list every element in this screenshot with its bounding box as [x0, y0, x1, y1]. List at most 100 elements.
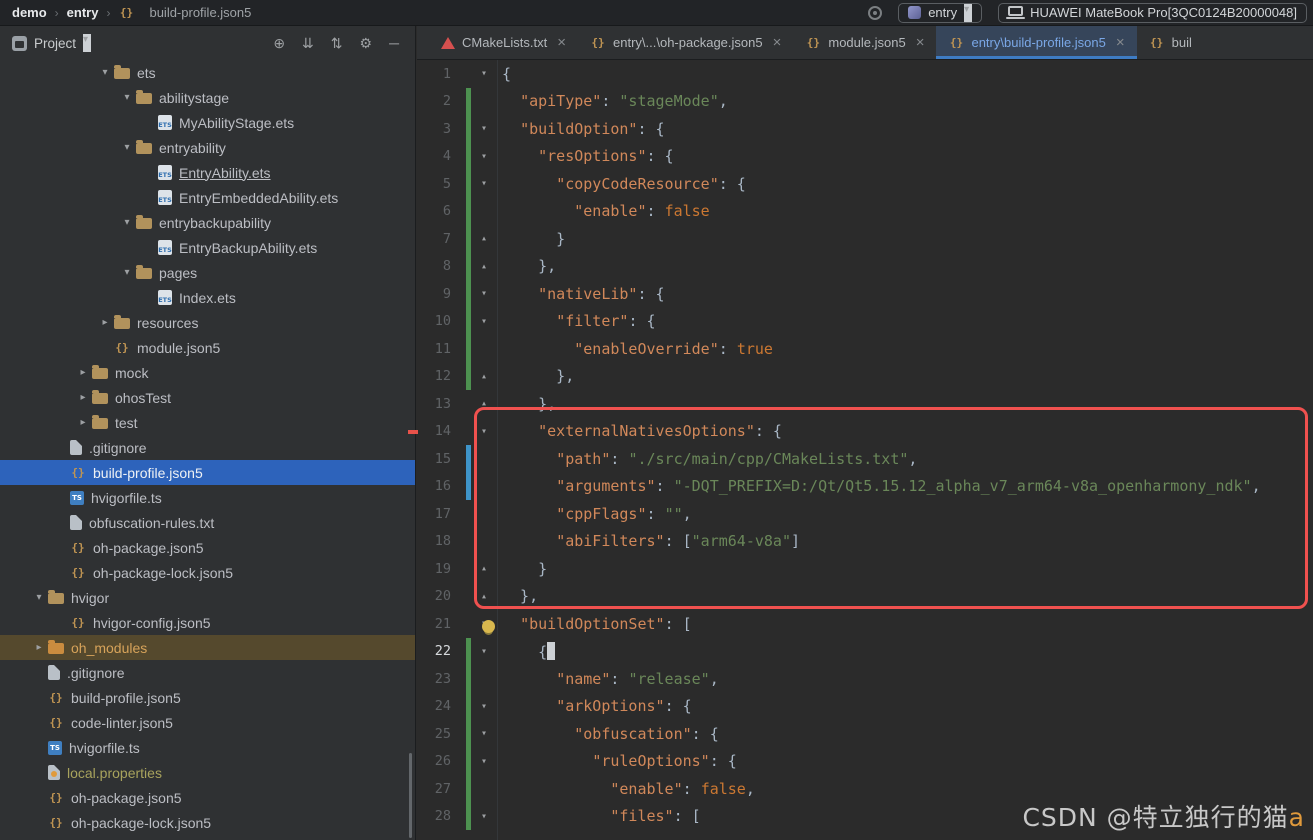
tree-folder-pages[interactable]: ▾ pages — [0, 260, 415, 285]
fold-toggle-icon[interactable]: ▾ — [474, 646, 494, 657]
tree-folder-oh_modules[interactable]: ▸ oh_modules — [0, 635, 415, 660]
close-icon[interactable]: × — [557, 34, 566, 51]
chevron-down-icon[interactable]: ▾ — [83, 34, 92, 52]
code-line-1[interactable]: 1 ▾ { — [417, 60, 1313, 88]
code-line-6[interactable]: 6 "enable": false — [417, 197, 1313, 225]
code-line-15[interactable]: 15 "path": "./src/main/cpp/CMakeLists.tx… — [417, 445, 1313, 473]
editor-tab[interactable]: {} buil — [1137, 26, 1204, 59]
fold-toggle-icon[interactable]: ▾ — [474, 701, 494, 712]
code-line-9[interactable]: 9 ▾ "nativeLib": { — [417, 280, 1313, 308]
code-line-25[interactable]: 25 ▾ "obfuscation": { — [417, 720, 1313, 748]
tree-file-obfuscation-rules.txt[interactable]: obfuscation-rules.txt — [0, 510, 415, 535]
tree-file-MyAbilityStage.ets[interactable]: ETS MyAbilityStage.ets — [0, 110, 415, 135]
code-line-14[interactable]: 14 ▾ "externalNativesOptions": { — [417, 418, 1313, 446]
run-configuration-selector[interactable]: entry ▾ — [898, 2, 983, 23]
code-line-23[interactable]: 23 "name": "release", — [417, 665, 1313, 693]
fold-toggle-icon[interactable]: ▾ — [474, 151, 494, 162]
fold-toggle-icon[interactable]: ▾ — [474, 288, 494, 299]
tree-file-.gitignore[interactable]: .gitignore — [0, 660, 415, 685]
chevron-expanded-icon[interactable]: ▾ — [118, 217, 136, 228]
fold-toggle-icon[interactable]: ▴ — [474, 371, 494, 382]
fold-toggle-icon[interactable]: ▴ — [474, 261, 494, 272]
tree-file-oh-package.json5[interactable]: {} oh-package.json5 — [0, 535, 415, 560]
locate-icon[interactable]: ⊕ — [273, 36, 285, 50]
code-line-18[interactable]: 18 "abiFilters": ["arm64-v8a"] — [417, 528, 1313, 556]
chevron-expanded-icon[interactable]: ▾ — [30, 592, 48, 603]
breadcrumb-item[interactable]: build-profile.json5 — [149, 5, 251, 20]
tree-file-hvigorfile.ts[interactable]: TS hvigorfile.ts — [0, 735, 415, 760]
fold-toggle-icon[interactable]: ▾ — [474, 178, 494, 189]
chevron-collapsed-icon[interactable]: ▸ — [74, 367, 92, 378]
fold-toggle-icon[interactable]: ▴ — [474, 563, 494, 574]
breadcrumb-item[interactable]: demo — [12, 5, 47, 20]
tree-file-EntryEmbeddedAbility.ets[interactable]: ETS EntryEmbeddedAbility.ets — [0, 185, 415, 210]
chevron-expanded-icon[interactable]: ▾ — [118, 142, 136, 153]
settings-icon[interactable]: ⚙ — [360, 36, 373, 50]
tree-scrollbar[interactable] — [409, 753, 412, 838]
tree-file-code-linter.json5[interactable]: {} code-linter.json5 — [0, 710, 415, 735]
chevron-collapsed-icon[interactable]: ▸ — [96, 317, 114, 328]
fold-toggle-icon[interactable]: ▾ — [474, 123, 494, 134]
tree-folder-resources[interactable]: ▸ resources — [0, 310, 415, 335]
chevron-collapsed-icon[interactable]: ▸ — [74, 417, 92, 428]
code-line-22[interactable]: 22 ▾ { — [417, 637, 1313, 665]
code-line-5[interactable]: 5 ▾ "copyCodeResource": { — [417, 170, 1313, 198]
tree-file-build-profile.json5[interactable]: {} build-profile.json5 — [0, 460, 415, 485]
tree-file-build-profile.json5[interactable]: {} build-profile.json5 — [0, 685, 415, 710]
close-icon[interactable]: × — [916, 34, 925, 51]
tree-file-local.properties[interactable]: local.properties — [0, 760, 415, 785]
code-line-10[interactable]: 10 ▾ "filter": { — [417, 307, 1313, 335]
code-line-8[interactable]: 8 ▴ }, — [417, 252, 1313, 280]
tree-folder-abilitystage[interactable]: ▾ abilitystage — [0, 85, 415, 110]
code-line-2[interactable]: 2 "apiType": "stageMode", — [417, 87, 1313, 115]
tree-folder-ets[interactable]: ▾ ets — [0, 60, 415, 85]
intention-bulb-icon[interactable] — [482, 619, 495, 633]
fold-toggle-icon[interactable]: ▾ — [474, 316, 494, 327]
tree-file-module.json5[interactable]: {} module.json5 — [0, 335, 415, 360]
fold-toggle-icon[interactable]: ▴ — [474, 591, 494, 602]
tree-folder-ohosTest[interactable]: ▸ ohosTest — [0, 385, 415, 410]
fold-toggle-icon[interactable]: ▾ — [474, 728, 494, 739]
tree-folder-entryability[interactable]: ▾ entryability — [0, 135, 415, 160]
breadcrumb-item[interactable]: entry — [67, 5, 99, 20]
close-icon[interactable]: × — [1116, 34, 1125, 51]
collapse-all-icon[interactable]: ⇅ — [331, 36, 343, 50]
settings-icon[interactable] — [868, 5, 883, 20]
tree-file-oh-package-lock.json5[interactable]: {} oh-package-lock.json5 — [0, 810, 415, 835]
code-line-16[interactable]: 16 "arguments": "-DQT_PREFIX=D:/Qt/Qt5.1… — [417, 472, 1313, 500]
code-line-13[interactable]: 13 ▴ }, — [417, 390, 1313, 418]
tree-file-Index.ets[interactable]: ETS Index.ets — [0, 285, 415, 310]
tree-folder-mock[interactable]: ▸ mock — [0, 360, 415, 385]
code-line-3[interactable]: 3 ▾ "buildOption": { — [417, 115, 1313, 143]
code-line-24[interactable]: 24 ▾ "arkOptions": { — [417, 692, 1313, 720]
tree-file-EntryAbility.ets[interactable]: ETS EntryAbility.ets — [0, 160, 415, 185]
fold-toggle-icon[interactable]: ▴ — [474, 398, 494, 409]
chevron-expanded-icon[interactable]: ▾ — [96, 67, 114, 78]
editor-tab[interactable]: CMakeLists.txt × — [429, 26, 578, 59]
editor-tab[interactable]: {} module.json5 × — [793, 26, 936, 59]
chevron-expanded-icon[interactable]: ▾ — [118, 92, 136, 103]
fold-toggle-icon[interactable]: ▴ — [474, 233, 494, 244]
code-line-11[interactable]: 11 "enableOverride": true — [417, 335, 1313, 363]
code-line-12[interactable]: 12 ▴ }, — [417, 362, 1313, 390]
expand-all-icon[interactable]: ⇊ — [302, 36, 314, 50]
fold-toggle-icon[interactable]: ▾ — [474, 811, 494, 822]
code-line-26[interactable]: 26 ▾ "ruleOptions": { — [417, 747, 1313, 775]
code-line-4[interactable]: 4 ▾ "resOptions": { — [417, 142, 1313, 170]
fold-toggle-icon[interactable]: ▾ — [474, 68, 494, 79]
chevron-collapsed-icon[interactable]: ▸ — [74, 392, 92, 403]
chevron-collapsed-icon[interactable]: ▸ — [30, 642, 48, 653]
editor-tab[interactable]: {} entry\...\oh-package.json5 × — [578, 26, 793, 59]
code-line-21[interactable]: 21▾ "buildOptionSet": [ — [417, 610, 1313, 638]
tree-file-EntryBackupAbility.ets[interactable]: ETS EntryBackupAbility.ets — [0, 235, 415, 260]
tree-file-oh-package-lock.json5[interactable]: {} oh-package-lock.json5 — [0, 560, 415, 585]
tree-folder-hvigor[interactable]: ▾ hvigor — [0, 585, 415, 610]
code-line-19[interactable]: 19 ▴ } — [417, 555, 1313, 583]
close-icon[interactable]: × — [773, 34, 782, 51]
panel-title[interactable]: Project — [34, 36, 76, 51]
tree-file-hvigor-config.json5[interactable]: {} hvigor-config.json5 — [0, 610, 415, 635]
tree-file-oh-package.json5[interactable]: {} oh-package.json5 — [0, 785, 415, 810]
fold-toggle-icon[interactable]: ▾ — [474, 426, 494, 437]
tree-file-hvigorfile.ts[interactable]: TS hvigorfile.ts — [0, 485, 415, 510]
hide-panel-icon[interactable]: ─ — [389, 36, 399, 50]
